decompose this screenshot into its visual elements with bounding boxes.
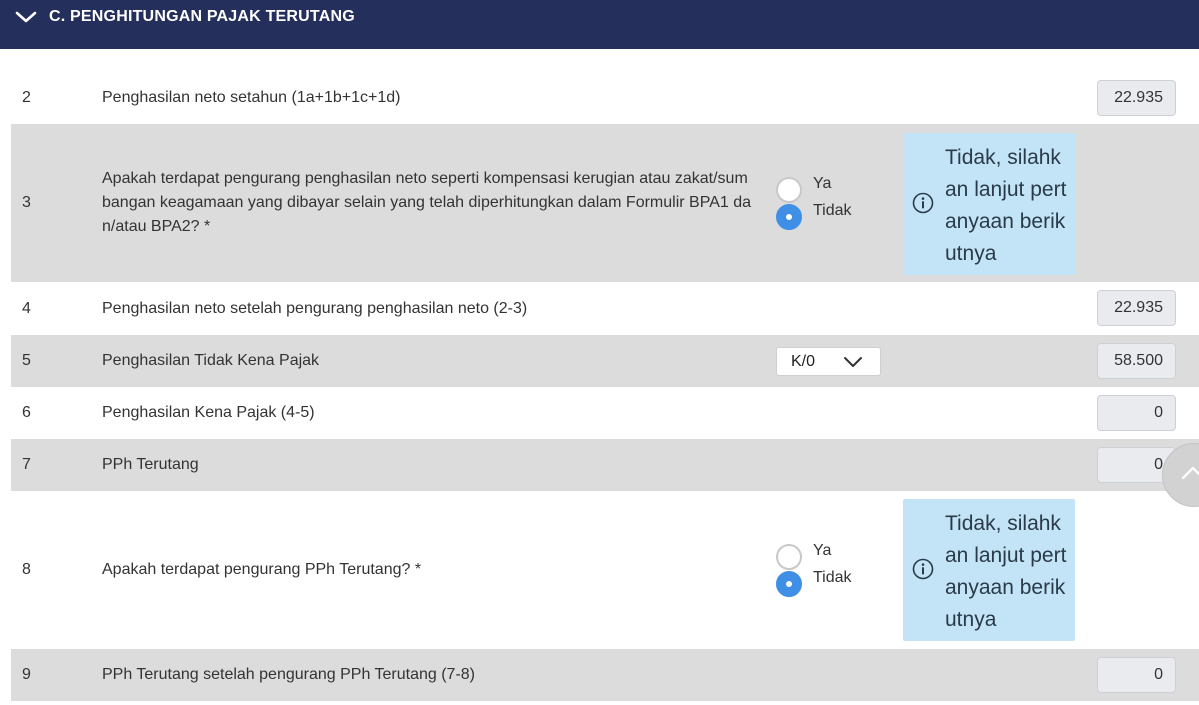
row-number: 8 bbox=[22, 561, 31, 578]
radio-option-no[interactable]: Tidak bbox=[776, 202, 852, 230]
info-text: Tidak, silahkan lanjut pertanyaan beriku… bbox=[945, 512, 1067, 631]
chevron-up-icon[interactable] bbox=[1181, 464, 1199, 484]
row-number: 6 bbox=[22, 404, 31, 421]
info-icon bbox=[912, 558, 934, 580]
radio-no-label: Tidak bbox=[813, 202, 852, 219]
row-label: Apakah terdapat pengurang PPh Terutang? … bbox=[102, 561, 422, 578]
deduction-radio-group: Ya Tidak bbox=[776, 175, 852, 230]
row-label: Penghasilan Tidak Kena Pajak bbox=[102, 352, 320, 369]
table-row: 8 Apakah terdapat pengurang PPh Terutang… bbox=[11, 491, 1199, 649]
table-row: 4 Penghasilan neto setelah pengurang pen… bbox=[11, 282, 1199, 335]
radio-option-yes[interactable]: Ya bbox=[776, 175, 831, 203]
radio-option-no[interactable]: Tidak bbox=[776, 569, 852, 597]
row-label: PPh Terutang bbox=[102, 456, 199, 473]
row-number: 2 bbox=[22, 89, 31, 106]
radio-yes[interactable] bbox=[776, 543, 802, 570]
section-header[interactable]: C. PENGHITUNGAN PAJAK TERUTANG bbox=[0, 0, 1199, 49]
table-row: 7 PPh Terutang 0 bbox=[11, 439, 1199, 491]
table-row: 2 Penghasilan neto setahun (1a+1b+1c+1d)… bbox=[11, 72, 1199, 124]
row-label: Penghasilan neto setahun (1a+1b+1c+1d) bbox=[102, 89, 401, 106]
chevron-down-icon[interactable] bbox=[843, 355, 863, 369]
row-number: 4 bbox=[22, 300, 31, 317]
row-number: 7 bbox=[22, 456, 31, 473]
row-number: 3 bbox=[22, 194, 31, 211]
row-number: 9 bbox=[22, 666, 31, 683]
row-label: Penghasilan Kena Pajak (4-5) bbox=[102, 404, 315, 421]
table-row: 9 PPh Terutang setelah pengurang PPh Ter… bbox=[11, 649, 1199, 701]
radio-option-yes[interactable]: Ya bbox=[776, 542, 831, 570]
row-label: Penghasilan neto setelah pengurang pengh… bbox=[102, 300, 528, 317]
ptkp-status-select[interactable]: K/0 bbox=[776, 347, 881, 376]
radio-yes-label: Ya bbox=[813, 175, 832, 192]
table-row: 3 Apakah terdapat pengurang penghasilan … bbox=[11, 124, 1199, 282]
table-row: 6 Penghasilan Kena Pajak (4-5) 0 bbox=[11, 387, 1199, 439]
ptkp-field[interactable]: 58.500 bbox=[1097, 343, 1176, 379]
info-message: Tidak, silahkan lanjut pertanyaan beriku… bbox=[903, 499, 1075, 641]
pph-deduction-radio-group: Ya Tidak bbox=[776, 542, 852, 597]
net-income-field[interactable]: 22.935 bbox=[1097, 80, 1176, 116]
net-income-after-deduction-field[interactable]: 22.935 bbox=[1097, 290, 1176, 326]
info-icon bbox=[912, 192, 934, 214]
section-title: C. PENGHITUNGAN PAJAK TERUTANG bbox=[49, 8, 355, 25]
chevron-down-icon[interactable] bbox=[15, 8, 37, 26]
radio-yes[interactable] bbox=[776, 176, 802, 203]
pph-after-deduction-field[interactable]: 0 bbox=[1097, 657, 1176, 693]
ptkp-status-value: K/0 bbox=[791, 353, 816, 370]
radio-no[interactable] bbox=[776, 203, 802, 230]
radio-yes-label: Ya bbox=[813, 542, 832, 559]
row-label: Apakah terdapat pengurang penghasilan ne… bbox=[102, 170, 752, 235]
info-text: Tidak, silahkan lanjut pertanyaan beriku… bbox=[945, 146, 1067, 265]
row-number: 5 bbox=[22, 352, 31, 369]
table-row: 5 Penghasilan Tidak Kena Pajak K/0 58.50… bbox=[11, 335, 1199, 387]
row-label: PPh Terutang setelah pengurang PPh Terut… bbox=[102, 666, 475, 683]
taxable-income-field[interactable]: 0 bbox=[1097, 395, 1176, 431]
radio-no-label: Tidak bbox=[813, 569, 852, 586]
info-message: Tidak, silahkan lanjut pertanyaan beriku… bbox=[903, 133, 1075, 275]
radio-no[interactable] bbox=[776, 570, 802, 597]
